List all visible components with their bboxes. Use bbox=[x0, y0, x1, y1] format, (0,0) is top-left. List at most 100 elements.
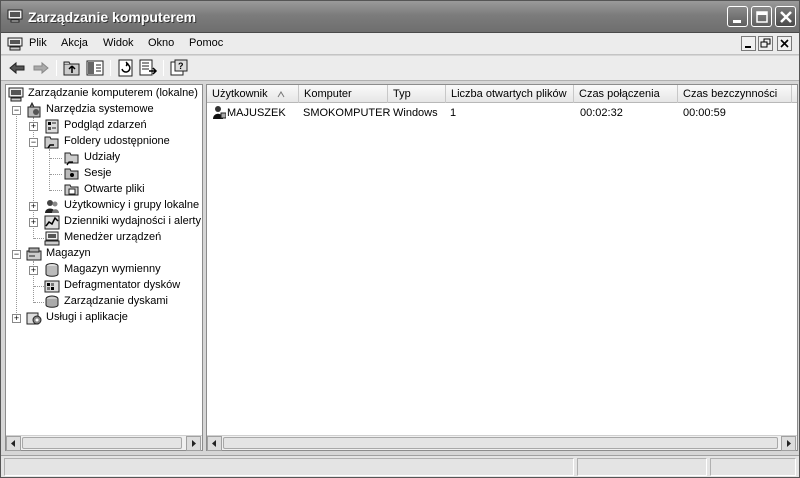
up-folder-icon[interactable] bbox=[62, 59, 82, 77]
collapse-toggle[interactable]: − bbox=[12, 106, 21, 115]
chevron-left-icon bbox=[212, 440, 216, 447]
close-button[interactable] bbox=[775, 6, 796, 27]
menu-action[interactable]: Akcja bbox=[61, 37, 88, 49]
computer-app-icon bbox=[7, 9, 23, 23]
sessions-icon bbox=[64, 168, 79, 180]
scroll-right-button[interactable] bbox=[781, 436, 796, 451]
event-viewer-icon bbox=[45, 119, 59, 134]
tree-item-services-applications[interactable]: + Usługi i aplikacje bbox=[6, 310, 202, 326]
users-icon bbox=[45, 200, 59, 213]
cell-type: Windows bbox=[393, 107, 438, 119]
tree-item-open-files[interactable]: Otwarte pliki bbox=[6, 182, 202, 198]
tree-guide-line bbox=[34, 286, 44, 287]
tree-item-disk-management[interactable]: Zarządzanie dyskami bbox=[6, 294, 202, 310]
scroll-right-button[interactable] bbox=[186, 436, 201, 451]
mdi-minimize-button[interactable] bbox=[741, 36, 756, 51]
list-horizontal-scrollbar[interactable] bbox=[207, 435, 797, 451]
user-session-icon bbox=[213, 106, 226, 119]
tree-guide-line bbox=[50, 174, 62, 175]
computer-icon bbox=[8, 87, 24, 102]
tree-item-sessions[interactable]: Sesje bbox=[6, 166, 202, 182]
toolbar: ? bbox=[1, 56, 799, 81]
menu-help[interactable]: Pomoc bbox=[189, 37, 223, 49]
tree-item-label: Zarządzanie komputerem (lokalne) bbox=[28, 87, 198, 99]
column-header-open-files[interactable]: Liczba otwartych plików bbox=[446, 85, 574, 103]
scroll-thumb[interactable] bbox=[22, 437, 182, 449]
toolbar-separator bbox=[110, 60, 111, 76]
scroll-thumb[interactable] bbox=[223, 437, 778, 449]
column-header-connected-time[interactable]: Czas połączenia bbox=[574, 85, 678, 103]
back-arrow-icon[interactable] bbox=[7, 59, 27, 77]
tree-item-performance-logs[interactable]: + Dzienniki wydajności i alerty bbox=[6, 214, 202, 230]
column-header-type[interactable]: Typ bbox=[388, 85, 446, 103]
tree-item-label: Usługi i aplikacje bbox=[46, 311, 128, 323]
removable-storage-icon bbox=[45, 263, 59, 277]
scroll-left-button[interactable] bbox=[6, 436, 21, 451]
tree-item-label: Defragmentator dysków bbox=[64, 279, 181, 291]
tree-item-event-viewer[interactable]: + Podgląd zdarzeń bbox=[6, 118, 202, 134]
export-list-icon[interactable] bbox=[138, 59, 158, 77]
tree-item-system-tools[interactable]: − Narzędzia systemowe bbox=[6, 102, 202, 118]
tree-item-shares[interactable]: Udziały bbox=[6, 150, 202, 166]
maximize-button[interactable] bbox=[751, 6, 772, 27]
tree-horizontal-scrollbar[interactable] bbox=[6, 435, 202, 451]
cell-user: MAJUSZEK bbox=[227, 107, 286, 119]
scroll-left-button[interactable] bbox=[207, 436, 222, 451]
tree-guide-line bbox=[34, 238, 44, 239]
console-tree[interactable]: Zarządzanie komputerem (lokalne) − Narzę… bbox=[5, 84, 203, 451]
disk-management-icon bbox=[45, 295, 59, 308]
maximize-icon bbox=[756, 11, 768, 23]
minimize-button[interactable] bbox=[727, 6, 748, 27]
tree-guide-line bbox=[50, 190, 62, 191]
toolbar-separator bbox=[56, 60, 57, 76]
mdi-restore-button[interactable] bbox=[758, 36, 773, 51]
collapse-toggle[interactable]: − bbox=[29, 138, 38, 147]
expand-toggle[interactable]: + bbox=[29, 202, 38, 211]
cell-computer: SMOKOMPUTER bbox=[303, 107, 391, 119]
tree-item-label: Magazyn bbox=[46, 247, 91, 259]
computer-management-window: Zarządzanie komputerem Plik Akcja Widok … bbox=[0, 0, 800, 478]
column-header-user[interactable]: Użytkownik bbox=[207, 85, 299, 103]
show-hide-tree-icon[interactable] bbox=[85, 59, 105, 77]
tree-item-device-manager[interactable]: Menedżer urządzeń bbox=[6, 230, 202, 246]
tree-item-local-users-groups[interactable]: + Użytkownicy i grupy lokalne bbox=[6, 198, 202, 214]
tree-item-disk-defragmenter[interactable]: Defragmentator dysków bbox=[6, 278, 202, 294]
forward-arrow-icon[interactable] bbox=[31, 59, 51, 77]
status-panel-2 bbox=[577, 458, 707, 476]
column-header-idle-time[interactable]: Czas bezczynności bbox=[678, 85, 792, 103]
column-header-computer[interactable]: Komputer bbox=[299, 85, 388, 103]
expand-toggle[interactable]: + bbox=[12, 314, 21, 323]
list-header: Użytkownik Komputer Typ Liczba otwartych… bbox=[207, 85, 797, 103]
tree-item-label: Udziały bbox=[84, 151, 121, 163]
device-manager-icon bbox=[44, 231, 60, 246]
performance-logs-icon bbox=[44, 215, 60, 230]
mdi-close-button[interactable] bbox=[777, 36, 792, 51]
tree-item-shared-folders[interactable]: − Foldery udostępnione bbox=[6, 134, 202, 150]
cell-open-files: 1 bbox=[450, 107, 457, 119]
shared-folder-icon bbox=[44, 136, 59, 149]
tree-item-removable-storage[interactable]: + Magazyn wymienny bbox=[6, 262, 202, 278]
toolbar-separator bbox=[163, 60, 164, 76]
collapse-toggle[interactable]: − bbox=[12, 250, 21, 259]
tree-item-label: Magazyn wymienny bbox=[64, 263, 161, 275]
tree-item-root[interactable]: Zarządzanie komputerem (lokalne) bbox=[6, 86, 202, 102]
sessions-list-view[interactable]: Użytkownik Komputer Typ Liczba otwartych… bbox=[206, 84, 798, 451]
expand-toggle[interactable]: + bbox=[29, 218, 38, 227]
expand-toggle[interactable]: + bbox=[29, 266, 38, 275]
tree-guide-line bbox=[50, 158, 62, 159]
restore-icon bbox=[760, 38, 771, 48]
cell-idle-time: 00:00:59 bbox=[683, 107, 726, 119]
menu-file[interactable]: Plik bbox=[29, 37, 47, 49]
tree-item-label: Narzędzia systemowe bbox=[46, 103, 154, 115]
tree-guide-line bbox=[34, 302, 44, 303]
title-bar[interactable]: Zarządzanie komputerem bbox=[1, 1, 799, 33]
menu-window[interactable]: Okno bbox=[148, 37, 174, 49]
tree-item-label: Użytkownicy i grupy lokalne bbox=[64, 199, 200, 211]
refresh-icon[interactable] bbox=[116, 59, 136, 77]
expand-toggle[interactable]: + bbox=[29, 122, 38, 131]
computer-menu-icon[interactable] bbox=[7, 37, 23, 51]
tree-item-storage[interactable]: − Magazyn bbox=[6, 246, 202, 262]
help-icon[interactable]: ? bbox=[169, 59, 189, 77]
cell-connected-time: 00:02:32 bbox=[580, 107, 623, 119]
menu-view[interactable]: Widok bbox=[103, 37, 134, 49]
